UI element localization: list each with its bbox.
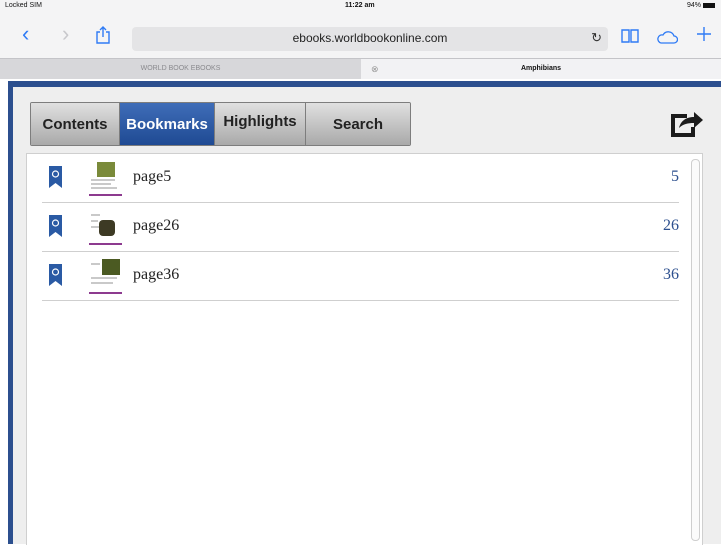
bookmark-ribbon-icon <box>49 166 62 193</box>
tab-contents[interactable]: Contents <box>31 103 120 145</box>
close-tab-icon[interactable]: ⊗ <box>371 59 379 79</box>
tab-bookmarks[interactable]: Bookmarks <box>120 103 215 145</box>
bookmark-ribbon-icon <box>49 264 62 291</box>
browser-tab-amphibians[interactable]: ⊗ Amphibians <box>361 59 721 79</box>
battery-icon <box>703 3 715 8</box>
bookmark-row[interactable]: page5 5 <box>42 154 679 203</box>
back-icon[interactable]: ‹ <box>22 22 29 46</box>
carrier-label: Locked SIM <box>5 2 42 9</box>
icloud-tabs-icon[interactable] <box>656 30 679 49</box>
share-sheet-icon[interactable] <box>96 26 110 49</box>
list-scrollbar[interactable] <box>691 159 700 541</box>
bookmark-ribbon-icon <box>49 215 62 242</box>
clock: 11:22 am <box>345 2 375 9</box>
bookmark-page-number: 5 <box>671 168 679 185</box>
address-bar[interactable]: ebooks.worldbookonline.com ↻ <box>132 27 608 51</box>
browser-tab-label: WORLD BOOK EBOOKS <box>140 65 221 72</box>
ebook-reader-app: Contents Bookmarks Highlights Search pag… <box>8 81 721 545</box>
page-thumbnail <box>89 159 122 196</box>
reading-list-icon[interactable] <box>621 28 639 49</box>
battery-indicator: 94% <box>687 2 715 9</box>
tab-search[interactable]: Search <box>306 103 410 145</box>
reader-tab-bar: Contents Bookmarks Highlights Search <box>30 102 411 146</box>
bookmark-page-number: 26 <box>663 217 679 234</box>
bookmarks-panel: Contents Bookmarks Highlights Search pag… <box>13 87 721 545</box>
bookmark-row[interactable]: page36 36 <box>42 252 679 301</box>
browser-tab-bar: WORLD BOOK EBOOKS ⊗ Amphibians <box>0 58 721 79</box>
url-text: ebooks.worldbookonline.com <box>292 31 448 45</box>
bookmark-label: page5 <box>133 168 172 185</box>
page-thumbnail <box>89 257 122 294</box>
new-tab-icon[interactable] <box>696 26 712 47</box>
reload-icon[interactable]: ↻ <box>591 30 602 46</box>
bookmark-page-number: 36 <box>663 266 679 283</box>
bookmark-row[interactable]: page26 26 <box>42 203 679 252</box>
battery-percent: 94% <box>686 2 701 9</box>
tab-highlights[interactable]: Highlights <box>215 103 306 145</box>
browser-tab-world-book-ebooks[interactable]: WORLD BOOK EBOOKS <box>0 59 361 79</box>
forward-icon[interactable]: › <box>62 22 69 46</box>
bookmark-list: page5 5 page26 26 page36 36 <box>26 153 703 545</box>
page-thumbnail <box>89 208 122 245</box>
bookmark-label: page36 <box>133 266 180 283</box>
bookmark-label: page26 <box>133 217 180 234</box>
status-bar: Locked SIM 11:22 am 94% <box>0 0 721 16</box>
browser-tab-label: Amphibians <box>520 65 562 72</box>
share-icon[interactable] <box>670 109 704 142</box>
